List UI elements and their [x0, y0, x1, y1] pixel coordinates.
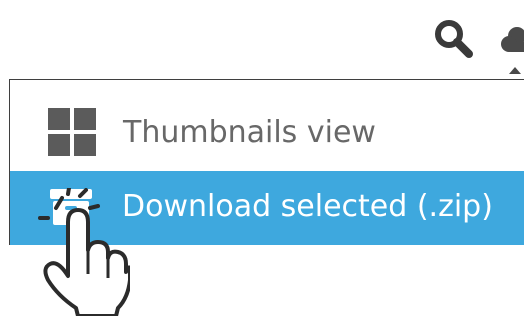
dropdown-menu: Thumbnails view Download selected (.zip)	[9, 79, 524, 245]
search-icon[interactable]	[431, 16, 475, 60]
menu-item-download-selected[interactable]: Download selected (.zip)	[10, 171, 524, 245]
archive-icon	[50, 189, 92, 225]
cloud-icon[interactable]	[499, 20, 524, 60]
dropdown-caret	[509, 67, 521, 74]
menu-item-label: Thumbnails view	[123, 115, 376, 150]
menu-item-label: Download selected (.zip)	[122, 189, 493, 224]
grid-icon	[48, 108, 96, 156]
menu-item-thumbnails-view[interactable]: Thumbnails view	[10, 91, 524, 171]
